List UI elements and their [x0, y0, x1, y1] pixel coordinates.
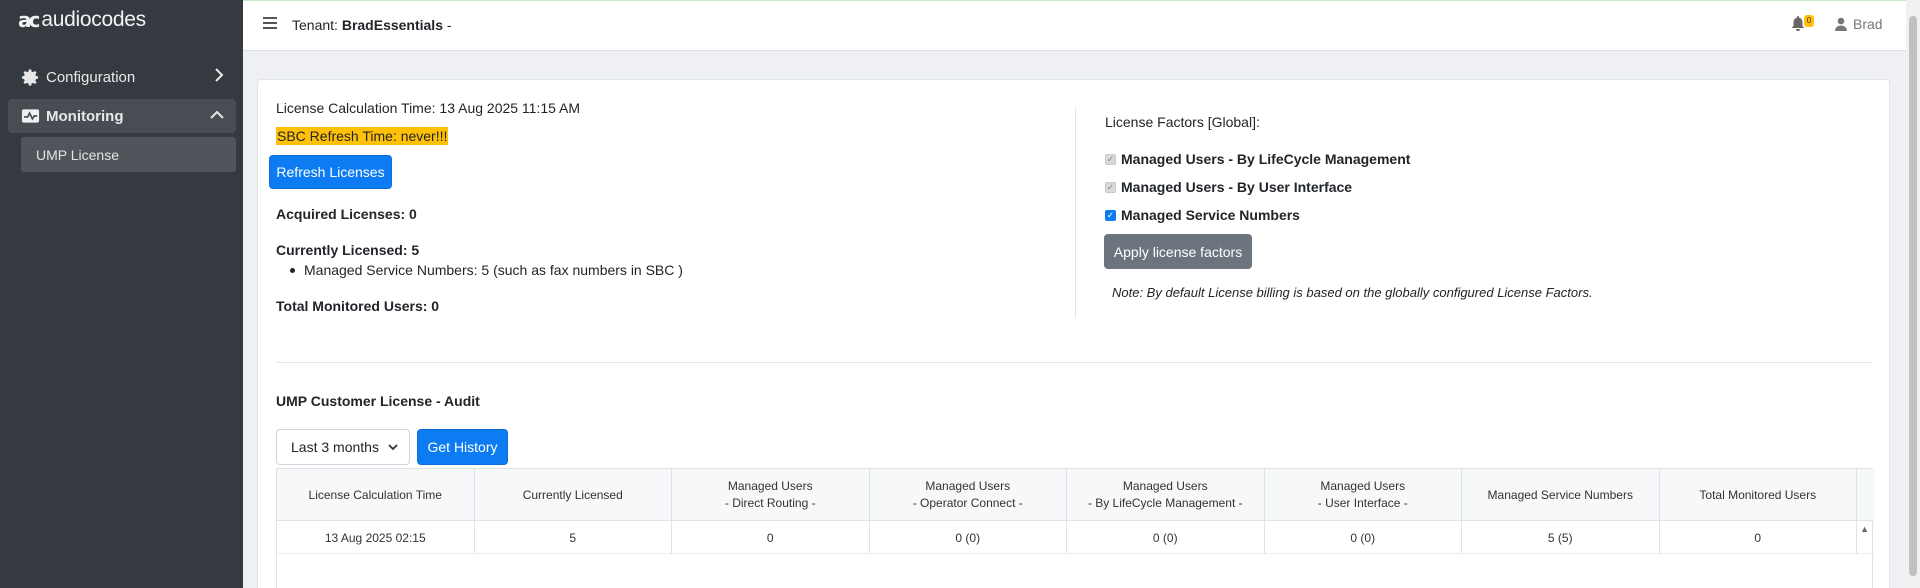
acquired-licenses: Acquired Licenses: 0 — [276, 206, 417, 222]
sidebar-item-monitoring[interactable]: Monitoring — [8, 99, 236, 133]
table-cell: 0 (0) — [1067, 521, 1265, 554]
sidebar-item-configuration-label: Configuration — [46, 68, 136, 86]
sbc-refresh-time: SBC Refresh Time: never!!! — [276, 127, 449, 145]
get-history-button[interactable]: Get History — [417, 429, 508, 465]
user-menu[interactable]: Brad — [1835, 16, 1883, 32]
sidebar-item-configuration[interactable]: Configuration — [8, 60, 236, 94]
column-header-subtext: - By LifeCycle Management - — [1087, 496, 1243, 510]
menu-toggle-icon[interactable] — [263, 17, 277, 29]
sidebar: ac audiocodes Configuration Monitoring U… — [0, 0, 243, 588]
column-header-text: Managed Users — [1320, 479, 1406, 493]
column-header[interactable]: Total Monitored Users — [1660, 469, 1857, 521]
total-monitored-users: Total Monitored Users: 0 — [276, 298, 440, 314]
tenant-suffix: - — [443, 17, 452, 33]
audiocodes-logo[interactable]: ac audiocodes — [18, 8, 146, 32]
user-name: Brad — [1853, 16, 1883, 32]
tenant-name: BradEssentials — [341, 17, 443, 33]
refresh-licenses-button[interactable]: Refresh Licenses — [269, 155, 392, 189]
column-header-subtext: - Direct Routing - — [724, 496, 816, 510]
chevron-down-icon — [387, 440, 399, 457]
column-header[interactable]: Managed Service Numbers — [1462, 469, 1660, 521]
table-cell: 0 (0) — [870, 521, 1067, 554]
currently-licensed-item-text: Managed Service Numbers: 5 (such as fax … — [304, 262, 683, 278]
column-header-subtext: - Operator Connect - — [912, 496, 1023, 510]
bullet-icon — [290, 267, 295, 273]
table-cell: 5 — [475, 521, 672, 554]
column-header-text: Currently Licensed — [522, 487, 623, 502]
tenant-info: Tenant: BradEssentials - — [292, 17, 452, 33]
license-billing-note: Note: By default License billing is base… — [1112, 285, 1593, 300]
column-header-text: Managed Users — [1122, 479, 1208, 493]
page-scrollbar[interactable] — [1906, 0, 1920, 588]
checkbox-disabled-icon: ✓ — [1105, 181, 1116, 193]
license-card: License Calculation Time: 13 Aug 2025 11… — [257, 79, 1890, 588]
column-header[interactable]: Currently Licensed — [475, 469, 672, 521]
column-header-text: Total Monitored Users — [1699, 487, 1817, 502]
column-header[interactable]: License Calculation Time — [277, 469, 475, 521]
user-icon — [1835, 17, 1847, 31]
gear-icon — [20, 67, 40, 87]
currently-licensed: Currently Licensed: 5 — [276, 242, 420, 258]
column-header-text: Managed Service Numbers — [1487, 487, 1633, 502]
horizontal-divider — [276, 362, 1873, 363]
notification-count-badge: 0 — [1804, 15, 1814, 27]
table-cell: 0 — [1660, 521, 1857, 554]
license-factors-title: License Factors [Global]: — [1105, 114, 1260, 130]
table-cell: 5 (5) — [1462, 521, 1660, 554]
chevron-right-icon — [214, 68, 224, 87]
vertical-divider — [1075, 108, 1076, 318]
sidebar-item-ump-license[interactable]: UMP License — [21, 137, 236, 172]
checkbox-disabled-icon: ✓ — [1105, 153, 1116, 165]
chevron-up-icon — [210, 107, 224, 125]
factor-label: Managed Users - By User Interface — [1121, 179, 1353, 195]
factor-label: Managed Users - By LifeCycle Management — [1121, 151, 1411, 167]
license-calculation-time: License Calculation Time: 13 Aug 2025 11… — [276, 100, 581, 116]
logo-mark: ac — [18, 8, 40, 32]
checkbox-checked-icon[interactable]: ✓ — [1105, 209, 1116, 221]
column-header[interactable]: Managed Users - By LifeCycle Management - — [1067, 469, 1265, 521]
column-header[interactable]: Managed Users - Operator Connect - — [870, 469, 1067, 521]
factor-service-numbers[interactable]: ✓ Managed Service Numbers — [1105, 207, 1300, 223]
factor-user-interface: ✓ Managed Users - By User Interface — [1105, 179, 1352, 195]
column-header-text: Managed Users — [925, 479, 1011, 493]
audit-table: License Calculation Time Currently Licen… — [276, 468, 1874, 588]
table-cell: 0 — [672, 521, 870, 554]
factor-label: Managed Service Numbers — [1121, 207, 1300, 223]
page-scrollbar-thumb[interactable] — [1909, 16, 1917, 576]
table-row[interactable]: 13 Aug 2025 02:15 5 0 0 (0) 0 (0) 0 (0) … — [277, 521, 1874, 554]
column-header[interactable]: Managed Users - Direct Routing - — [672, 469, 870, 521]
apply-license-factors-button[interactable]: Apply license factors — [1104, 234, 1252, 269]
column-header-subtext: - User Interface - — [1317, 496, 1408, 510]
monitoring-icon — [20, 106, 40, 126]
sidebar-item-monitoring-label: Monitoring — [46, 107, 124, 125]
period-select[interactable]: Last 3 months — [276, 429, 410, 465]
column-header[interactable]: Managed Users - User Interface - — [1265, 469, 1462, 521]
factor-lifecycle-management: ✓ Managed Users - By LifeCycle Managemen… — [1105, 151, 1410, 167]
table-header: License Calculation Time Currently Licen… — [277, 469, 1874, 521]
currently-licensed-list-item: Managed Service Numbers: 5 (such as fax … — [290, 262, 683, 278]
logo-text: audiocodes — [41, 8, 146, 31]
audit-title: UMP Customer License - Audit — [276, 393, 480, 409]
period-select-value: Last 3 months — [291, 439, 379, 455]
table-cell: 13 Aug 2025 02:15 — [277, 521, 475, 554]
table-cell: 0 (0) — [1265, 521, 1462, 554]
column-header-text: Managed Users — [727, 479, 813, 493]
tenant-label: Tenant: — [292, 17, 338, 33]
column-header-text: License Calculation Time — [308, 487, 442, 502]
table-scroll-up-icon[interactable]: ▲ — [1860, 524, 1869, 534]
top-bar: Tenant: BradEssentials - 0 Brad — [243, 0, 1920, 51]
